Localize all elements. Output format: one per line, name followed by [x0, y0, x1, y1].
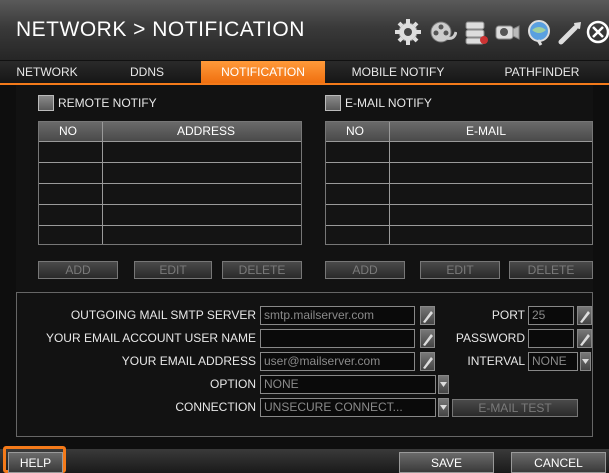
remote-notify-label: REMOTE NOTIFY: [58, 96, 157, 110]
notification-panel: REMOTE NOTIFY NO ADDRESS ADD EDIT DELETE…: [16, 85, 593, 437]
column-header-no: NO: [346, 124, 364, 138]
email-address-table: NO E-MAIL: [325, 121, 593, 245]
remote-address-table: NO ADDRESS: [38, 121, 302, 245]
tab-pathfinder[interactable]: PATHFINDER: [475, 61, 609, 83]
table-row[interactable]: [39, 141, 301, 161]
gear-icon[interactable]: [393, 18, 423, 46]
edit-pencil-icon[interactable]: [420, 352, 435, 371]
smtp-server-field[interactable]: smtp.mailserver.com: [260, 306, 415, 325]
tab-mobile-notify[interactable]: MOBILE NOTIFY: [335, 61, 461, 83]
column-header-email: E-MAIL: [466, 124, 507, 138]
port-label: PORT: [491, 308, 525, 322]
email-delete-button[interactable]: DELETE: [509, 261, 593, 279]
option-label: OPTION: [209, 377, 256, 391]
interval-select[interactable]: NONE: [528, 352, 578, 371]
email-address-field[interactable]: user@mailserver.com: [260, 352, 415, 371]
window-title: NETWORK > NOTIFICATION: [16, 18, 305, 41]
smtp-server-label: OUTGOING MAIL SMTP SERVER: [70, 308, 256, 322]
user-name-field[interactable]: [260, 329, 415, 348]
email-notify-label: E-MAIL NOTIFY: [345, 96, 432, 110]
edit-pencil-icon[interactable]: [577, 329, 592, 348]
tab-network[interactable]: NETWORK: [0, 61, 94, 83]
connection-label: CONNECTION: [175, 400, 256, 414]
table-row[interactable]: [326, 183, 592, 203]
mail-settings-group: OUTGOING MAIL SMTP SERVER smtp.mailserve…: [16, 292, 593, 437]
port-field[interactable]: 25: [528, 306, 574, 325]
save-button[interactable]: SAVE: [399, 452, 494, 473]
table-row[interactable]: [39, 204, 301, 224]
network-globe-icon[interactable]: [525, 18, 555, 46]
storage-icon[interactable]: [461, 18, 491, 46]
table-header: NO E-MAIL: [326, 122, 592, 141]
interval-label: INTERVAL: [467, 354, 525, 368]
close-icon[interactable]: [583, 18, 609, 46]
edit-pencil-icon[interactable]: [420, 329, 435, 348]
cancel-button[interactable]: CANCEL: [511, 452, 606, 473]
dropdown-arrow-icon[interactable]: [438, 375, 449, 394]
table-row[interactable]: [39, 183, 301, 203]
table-row[interactable]: [39, 225, 301, 245]
title-bar: NETWORK > NOTIFICATION: [0, 0, 609, 61]
help-button[interactable]: HELP: [8, 452, 63, 473]
email-add-button[interactable]: ADD: [325, 261, 405, 279]
edit-pencil-icon[interactable]: [420, 306, 435, 325]
table-row[interactable]: [39, 162, 301, 182]
password-label: PASSWORD: [455, 331, 525, 345]
edit-pencil-icon[interactable]: [577, 306, 592, 325]
option-select[interactable]: NONE: [260, 375, 436, 394]
user-name-label: YOUR EMAIL ACCOUNT USER NAME: [45, 331, 256, 345]
camera-icon[interactable]: [492, 18, 522, 46]
email-notify-checkbox[interactable]: [325, 95, 341, 111]
table-row[interactable]: [326, 141, 592, 161]
table-header: NO ADDRESS: [39, 122, 301, 141]
column-header-no: NO: [59, 124, 77, 138]
email-test-button[interactable]: E-MAIL TEST: [452, 399, 578, 417]
tab-bar: NETWORK DDNS NOTIFICATION MOBILE NOTIFY …: [0, 61, 609, 85]
film-reel-icon[interactable]: [428, 18, 458, 46]
table-row[interactable]: [326, 225, 592, 245]
password-field[interactable]: [528, 329, 574, 348]
remote-notify-toggle[interactable]: REMOTE NOTIFY: [38, 95, 157, 111]
remote-add-button[interactable]: ADD: [38, 261, 118, 279]
column-header-address: ADDRESS: [177, 124, 236, 138]
connection-select[interactable]: UNSECURE CONNECT...: [260, 398, 436, 417]
tab-ddns[interactable]: DDNS: [112, 61, 182, 83]
email-notify-toggle[interactable]: E-MAIL NOTIFY: [325, 95, 432, 111]
table-row[interactable]: [326, 204, 592, 224]
tools-icon[interactable]: [556, 18, 586, 46]
remote-notify-checkbox[interactable]: [38, 95, 54, 111]
table-row[interactable]: [326, 162, 592, 182]
remote-delete-button[interactable]: DELETE: [222, 261, 302, 279]
tab-notification[interactable]: NOTIFICATION: [201, 61, 325, 83]
remote-edit-button[interactable]: EDIT: [134, 261, 212, 279]
dropdown-arrow-icon[interactable]: [438, 398, 449, 417]
dropdown-arrow-icon[interactable]: [580, 352, 591, 371]
email-address-label: YOUR EMAIL ADDRESS: [121, 354, 256, 368]
email-edit-button[interactable]: EDIT: [420, 261, 500, 279]
